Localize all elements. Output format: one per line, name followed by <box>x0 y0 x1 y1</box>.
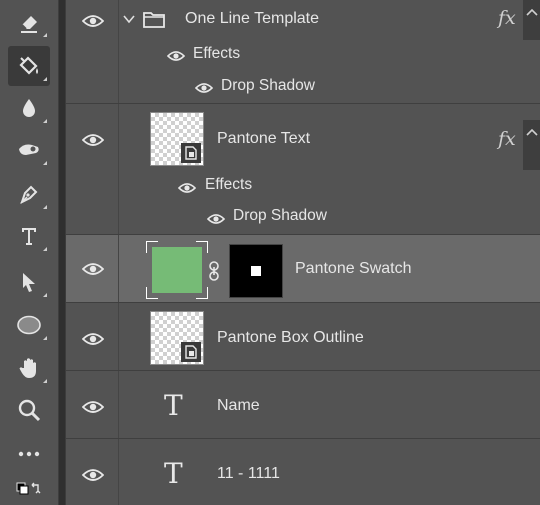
pen-tool-icon <box>20 185 38 204</box>
eraser-tool-button[interactable] <box>8 2 50 42</box>
effects-label: Effects <box>205 176 253 193</box>
smart-object-icon <box>181 143 201 163</box>
layers-panel: One Line Template fx Effects Drop Shadow… <box>65 0 540 505</box>
layer-row-pantone-swatch[interactable]: Pantone Swatch <box>66 235 540 303</box>
fx-icon[interactable]: fx <box>498 128 516 150</box>
layer-name: Pantone Box Outline <box>217 329 364 346</box>
link-chain-icon[interactable] <box>207 260 221 282</box>
layer-name: One Line Template <box>185 10 320 27</box>
more-tools-icon <box>18 451 40 457</box>
smart-object-icon <box>181 342 201 362</box>
more-tools-button[interactable] <box>8 434 50 474</box>
path-selection-tool-button[interactable] <box>8 262 50 302</box>
type-tool-icon <box>22 228 36 245</box>
smudge-icon <box>19 144 39 155</box>
type-layer-icon: T <box>164 457 183 490</box>
visibility-eye-icon[interactable] <box>82 468 104 482</box>
tools-panel <box>0 0 59 505</box>
swatch-thumbnail[interactable] <box>146 241 208 299</box>
layer-thumbnail <box>150 112 204 166</box>
zoom-tool-icon <box>18 399 41 422</box>
visibility-eye-icon[interactable] <box>82 332 104 346</box>
path-selection-icon <box>23 273 35 292</box>
layer-row-number[interactable]: T 11 - 1111 <box>66 439 540 505</box>
drop-shadow-visibility-eye-icon[interactable] <box>195 82 213 94</box>
blur-tool-button[interactable] <box>8 88 50 128</box>
type-layer-icon: T <box>164 389 183 422</box>
visibility-eye-icon[interactable] <box>82 133 104 147</box>
visibility-eye-icon[interactable] <box>82 262 104 276</box>
hand-tool-button[interactable] <box>8 348 50 388</box>
ellipse-tool-button[interactable] <box>8 305 50 345</box>
layer-name: Pantone Text <box>217 130 311 147</box>
hand-tool-icon <box>19 358 36 378</box>
blur-drop-icon <box>23 99 35 117</box>
layer-name: Pantone Swatch <box>295 260 412 277</box>
effects-visibility-eye-icon[interactable] <box>167 50 185 62</box>
fx-expand-toggle[interactable] <box>523 0 540 40</box>
effects-visibility-eye-icon[interactable] <box>178 182 196 194</box>
eraser-icon <box>21 16 37 33</box>
layer-row-pantone-text[interactable]: Pantone Text fx Effects Drop Shadow <box>66 104 540 235</box>
pen-tool-button[interactable] <box>8 174 50 214</box>
default-colors-icon <box>16 482 41 495</box>
layer-row-group[interactable]: One Line Template fx Effects Drop Shadow <box>66 0 540 104</box>
drop-shadow-label: Drop Shadow <box>233 207 327 224</box>
layer-row-pantone-box-outline[interactable]: Pantone Box Outline <box>66 303 540 371</box>
chevron-down-icon[interactable] <box>123 14 135 24</box>
visibility-eye-icon[interactable] <box>82 400 104 414</box>
ellipse-tool-icon <box>17 315 41 335</box>
drop-shadow-visibility-eye-icon[interactable] <box>207 213 225 225</box>
paint-bucket-tool-button[interactable] <box>8 46 50 86</box>
default-colors-button[interactable] <box>8 475 50 503</box>
layer-row-name[interactable]: T Name <box>66 371 540 439</box>
paint-bucket-icon <box>19 56 38 75</box>
layer-thumbnail <box>150 311 204 365</box>
effects-label: Effects <box>193 45 241 62</box>
folder-icon <box>143 12 165 28</box>
zoom-tool-button[interactable] <box>8 390 50 430</box>
layer-name: 11 - 1111 <box>217 465 280 482</box>
drop-shadow-label: Drop Shadow <box>221 77 315 94</box>
visibility-eye-icon[interactable] <box>82 14 104 28</box>
layer-name: Name <box>217 397 260 414</box>
fx-icon[interactable]: fx <box>498 7 516 29</box>
mask-thumbnail[interactable] <box>229 244 283 298</box>
smudge-tool-button[interactable] <box>8 130 50 170</box>
type-tool-button[interactable] <box>8 216 50 256</box>
fx-expand-toggle[interactable] <box>523 120 540 170</box>
